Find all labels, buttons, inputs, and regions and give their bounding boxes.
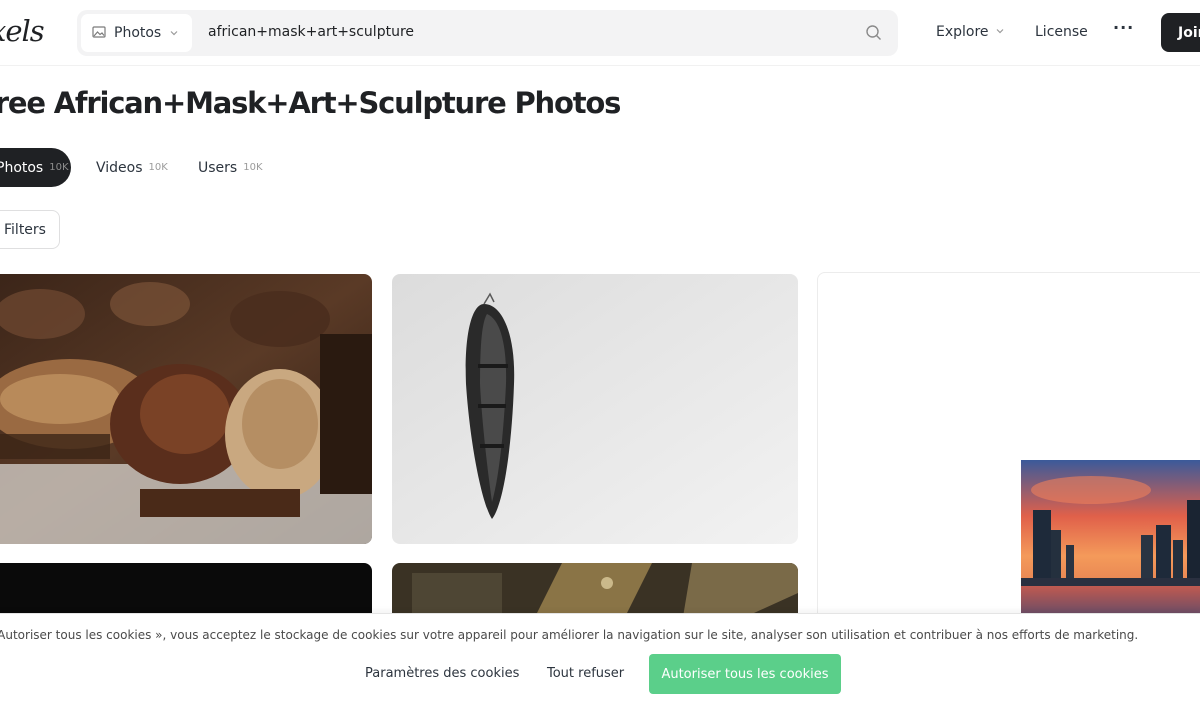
chevron-down-icon — [995, 24, 1005, 40]
tab-count: 10K — [243, 162, 263, 173]
accept-all-cookies-button[interactable]: Autoriser tous les cookies — [649, 654, 841, 694]
filters-button[interactable]: Filters — [0, 210, 60, 249]
media-type-dropdown[interactable]: Photos — [81, 14, 192, 52]
search-bar: Photos african+mask+art+sculpture — [77, 10, 898, 56]
tab-videos[interactable]: Videos 10K — [96, 148, 168, 187]
photo-carved-mask-white[interactable] — [392, 274, 798, 544]
chevron-down-icon — [169, 28, 179, 38]
image-icon — [92, 24, 106, 43]
refuse-all-button[interactable]: Tout refuser — [547, 666, 624, 681]
tab-count: 10K — [49, 162, 69, 173]
cookie-consent-banner: « Autoriser tous les cookies », vous acc… — [0, 613, 1200, 708]
tab-label: Photos — [0, 159, 44, 176]
tab-label: Videos — [96, 159, 143, 176]
license-link[interactable]: License — [1035, 24, 1088, 40]
cookie-description: « Autoriser tous les cookies », vous acc… — [0, 628, 1139, 642]
photo-image — [0, 274, 372, 544]
explore-label: Explore — [936, 24, 989, 40]
tab-photos[interactable]: Photos 10K — [0, 148, 71, 187]
photo-image — [1021, 460, 1200, 620]
tab-label: Users — [198, 159, 238, 176]
join-button[interactable]: Join — [1161, 13, 1200, 52]
more-menu-button[interactable]: ··· — [1113, 18, 1134, 37]
page-title: Free African+Mask+Art+Sculpture Photos — [0, 86, 621, 120]
cookie-settings-button[interactable]: Paramètres des cookies — [365, 666, 519, 681]
pexels-logo[interactable]: xels — [0, 14, 45, 48]
media-type-label: Photos — [114, 25, 162, 41]
tab-count: 10K — [148, 162, 168, 173]
photo-african-masks-market[interactable] — [0, 274, 372, 544]
photo-city-sunset[interactable] — [1021, 460, 1200, 620]
search-icon[interactable] — [865, 24, 883, 42]
explore-menu[interactable]: Explore — [936, 24, 1005, 40]
tab-users[interactable]: Users 10K — [198, 148, 263, 187]
top-navbar: xels Photos african+mask+art+sculpture E… — [0, 0, 1200, 66]
search-input[interactable]: african+mask+art+sculpture — [208, 24, 414, 40]
photo-image — [392, 274, 798, 544]
